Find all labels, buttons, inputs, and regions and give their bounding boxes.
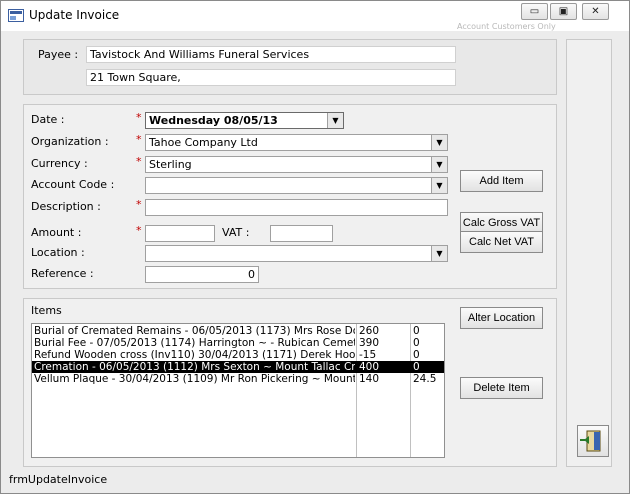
items-listbox[interactable]: Burial of Cremated Remains - 06/05/2013 … bbox=[31, 323, 445, 458]
list-item-amount: -15 bbox=[359, 349, 377, 361]
minimize-button[interactable]: ▭ bbox=[521, 3, 548, 20]
delete-item-button[interactable]: Delete Item bbox=[460, 377, 543, 399]
list-item[interactable]: Cremation - 06/05/2013 (1112) Mrs Sexton… bbox=[32, 361, 444, 373]
date-dropdown[interactable]: Wednesday 08/05/13 ▼ bbox=[145, 112, 344, 129]
date-value: Wednesday 08/05/13 bbox=[149, 114, 278, 127]
list-item[interactable]: Burial Fee - 07/05/2013 (1174) Harringto… bbox=[32, 337, 444, 349]
list-item-amount: 390 bbox=[359, 337, 380, 349]
list-item-desc: Burial of Cremated Remains - 06/05/2013 … bbox=[34, 325, 355, 337]
list-item[interactable]: Vellum Plaque - 30/04/2013 (1109) Mr Ron… bbox=[32, 373, 444, 385]
reference-input[interactable]: 0 bbox=[145, 266, 259, 283]
description-label: Description : bbox=[31, 200, 101, 213]
update-invoice-window: Update Invoice Account Customers Only ▭ … bbox=[0, 0, 630, 494]
list-item-vat: 0 bbox=[413, 361, 420, 373]
restore-button[interactable]: ▣ bbox=[550, 3, 577, 20]
list-item-desc: Cremation - 06/05/2013 (1112) Mrs Sexton… bbox=[34, 361, 355, 373]
chevron-down-icon[interactable]: ▼ bbox=[431, 135, 447, 150]
currency-dropdown[interactable]: Sterling ▼ bbox=[145, 156, 448, 173]
title-bar: Update Invoice Account Customers Only ▭ … bbox=[1, 1, 629, 31]
payee-name-field[interactable]: Tavistock And Williams Funeral Services bbox=[86, 46, 456, 63]
list-item-amount: 140 bbox=[359, 373, 380, 385]
add-item-button[interactable]: Add Item bbox=[460, 170, 543, 192]
calc-net-vat-button[interactable]: Calc Net VAT bbox=[460, 231, 543, 253]
status-bar-text: frmUpdateInvoice bbox=[9, 473, 108, 486]
list-item[interactable]: Refund Wooden cross (Inv110) 30/04/2013 … bbox=[32, 349, 444, 361]
payee-address-field[interactable]: 21 Town Square, bbox=[86, 69, 456, 86]
currency-value: Sterling bbox=[149, 158, 192, 171]
description-input[interactable] bbox=[145, 199, 448, 216]
currency-label: Currency : bbox=[31, 157, 88, 170]
list-item-amount: 400 bbox=[359, 361, 380, 373]
window-title: Update Invoice bbox=[29, 8, 120, 22]
vat-label: VAT : bbox=[222, 226, 250, 239]
account-code-dropdown[interactable]: ▼ bbox=[145, 177, 448, 194]
location-dropdown[interactable]: ▼ bbox=[145, 245, 448, 262]
currency-required-mark: * bbox=[136, 155, 142, 168]
account-code-label: Account Code : bbox=[31, 178, 115, 191]
location-label: Location : bbox=[31, 246, 85, 259]
list-item-vat: 24.5 bbox=[413, 373, 437, 385]
list-item-desc: Burial Fee - 07/05/2013 (1174) Harringto… bbox=[34, 337, 355, 349]
chevron-down-icon[interactable]: ▼ bbox=[431, 157, 447, 172]
list-item-desc: Vellum Plaque - 30/04/2013 (1109) Mr Ron… bbox=[34, 373, 355, 385]
chevron-down-icon[interactable]: ▼ bbox=[431, 246, 447, 261]
ghost-label: Account Customers Only bbox=[457, 22, 556, 31]
organization-label: Organization : bbox=[31, 135, 109, 148]
chevron-down-icon[interactable]: ▼ bbox=[327, 113, 343, 128]
side-panel bbox=[566, 39, 612, 467]
list-item-vat: 0 bbox=[413, 325, 420, 337]
items-label: Items bbox=[31, 304, 62, 317]
reference-label: Reference : bbox=[31, 267, 94, 280]
exit-door-icon bbox=[580, 430, 601, 452]
organization-dropdown[interactable]: Tahoe Company Ltd ▼ bbox=[145, 134, 448, 151]
amount-required-mark: * bbox=[136, 224, 142, 237]
description-required-mark: * bbox=[136, 198, 142, 211]
exit-button[interactable] bbox=[577, 425, 609, 457]
amount-input[interactable] bbox=[145, 225, 215, 242]
form-icon bbox=[8, 9, 24, 22]
chevron-down-icon[interactable]: ▼ bbox=[431, 178, 447, 193]
close-button[interactable]: ✕ bbox=[582, 3, 609, 20]
list-item[interactable]: Burial of Cremated Remains - 06/05/2013 … bbox=[32, 325, 444, 337]
payee-label: Payee : bbox=[38, 48, 79, 61]
organization-value: Tahoe Company Ltd bbox=[149, 136, 258, 149]
list-item-desc: Refund Wooden cross (Inv110) 30/04/2013 … bbox=[34, 349, 355, 361]
alter-location-button[interactable]: Alter Location bbox=[460, 307, 543, 329]
date-label: Date : bbox=[31, 113, 65, 126]
list-item-vat: 0 bbox=[413, 337, 420, 349]
date-required-mark: * bbox=[136, 111, 142, 124]
organization-required-mark: * bbox=[136, 133, 142, 146]
list-item-vat: 0 bbox=[413, 349, 420, 361]
vat-input[interactable] bbox=[270, 225, 333, 242]
amount-label: Amount : bbox=[31, 226, 82, 239]
list-item-amount: 260 bbox=[359, 325, 380, 337]
